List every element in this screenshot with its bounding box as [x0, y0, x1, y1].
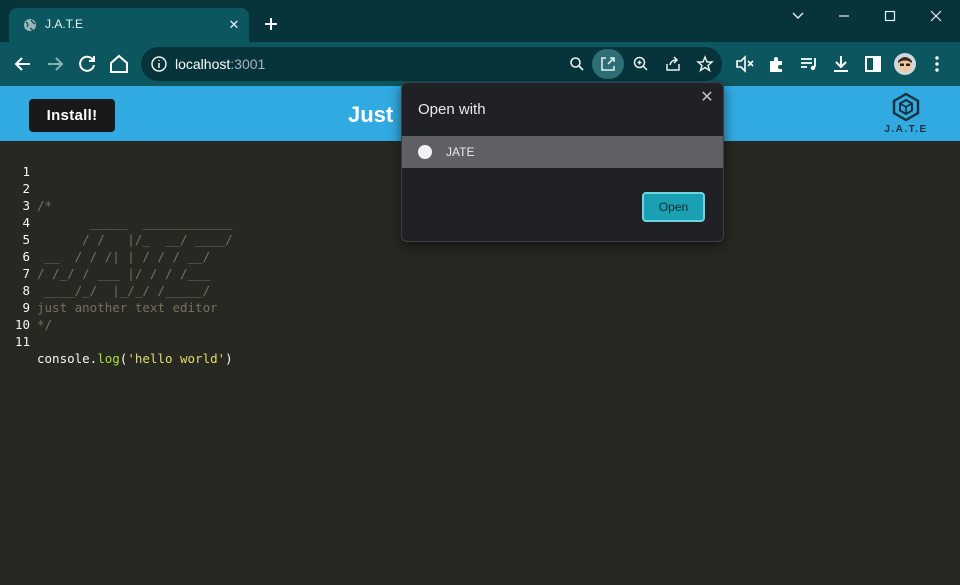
browser-toolbar: localhost:3001 [0, 42, 960, 86]
browser-chrome: J.A.T.E ✕ localhost:3001 [0, 0, 960, 86]
side-panel-icon[interactable] [861, 52, 885, 76]
profile-avatar-icon[interactable] [893, 52, 917, 76]
app-icon [418, 145, 432, 159]
dialog-title: Open with [418, 101, 486, 118]
maximize-icon[interactable] [877, 6, 903, 26]
menu-kebab-icon[interactable] [925, 52, 949, 76]
app-option-jate[interactable]: JATE [402, 136, 723, 168]
address-bar[interactable]: localhost:3001 [141, 47, 722, 81]
media-queue-icon[interactable] [797, 52, 821, 76]
back-icon[interactable] [11, 52, 35, 76]
download-icon[interactable] [829, 52, 853, 76]
line-number: 11 [14, 334, 30, 349]
browser-tab[interactable]: J.A.T.E ✕ [9, 8, 249, 42]
tab-title: J.A.T.E [45, 17, 84, 31]
search-icon[interactable] [567, 54, 587, 74]
code-string: 'hello world' [127, 351, 226, 366]
install-button[interactable]: Install! [29, 99, 115, 132]
editor-line: 8 just another text editor [0, 265, 960, 315]
logo-text: J.A.T.E [884, 124, 928, 135]
close-tab-icon[interactable]: ✕ [225, 16, 243, 34]
site-info-icon[interactable] [149, 54, 169, 74]
logo-cube-icon [892, 92, 920, 122]
editor-line: 10 [0, 299, 960, 332]
tab-strip: J.A.T.E ✕ [0, 0, 960, 42]
bookmark-star-icon[interactable] [695, 54, 715, 74]
globe-icon [24, 19, 36, 32]
code-paren-close: ) [225, 351, 233, 366]
new-tab-icon[interactable] [262, 15, 280, 33]
reload-icon[interactable] [75, 52, 99, 76]
home-icon[interactable] [107, 52, 131, 76]
tab-search-chevron-icon[interactable] [785, 6, 811, 26]
line-text: console.log('hello world') [37, 350, 233, 367]
open-in-app-icon [601, 57, 615, 71]
app-logo: J.A.T.E [880, 92, 932, 138]
share-icon[interactable] [663, 54, 683, 74]
open-in-app-button[interactable] [592, 49, 624, 79]
mute-icon[interactable] [733, 52, 757, 76]
editor-line: 9 */ [0, 282, 960, 332]
forward-icon[interactable] [43, 52, 67, 76]
open-button[interactable]: Open [642, 192, 705, 222]
url-text: localhost:3001 [175, 56, 265, 72]
extensions-icon[interactable] [765, 52, 789, 76]
open-with-dialog: Open with ✕ JATE Open [401, 82, 724, 242]
app-title: Just [348, 102, 394, 127]
url-host: localhost [175, 56, 231, 72]
close-window-icon[interactable] [923, 6, 949, 26]
editor-line: 11 console.log('hello world') [0, 316, 960, 366]
code-object: console. [37, 351, 98, 366]
zoom-icon[interactable] [631, 54, 651, 74]
minimize-icon[interactable] [831, 6, 857, 26]
close-icon[interactable]: ✕ [698, 89, 716, 107]
app-option-label: JATE [446, 145, 475, 159]
editor-line: 7 ____/_/ |_/_/ /_____/ [0, 248, 960, 298]
code-function: log [97, 351, 120, 366]
url-port: :3001 [230, 56, 266, 72]
